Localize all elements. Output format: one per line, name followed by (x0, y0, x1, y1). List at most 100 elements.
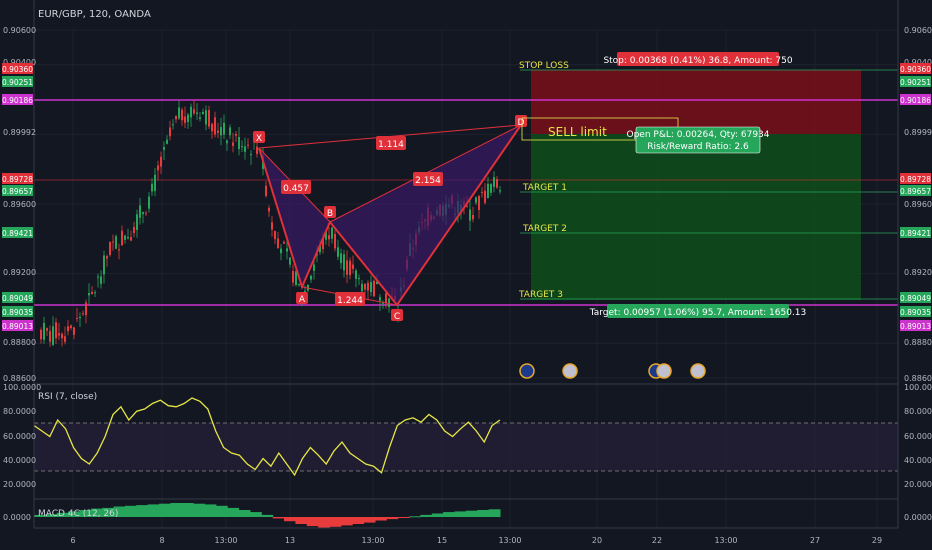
price-badge-label: 0.90251 (2, 78, 33, 87)
candle-body (94, 292, 96, 294)
candle-body (334, 234, 336, 249)
uk-flag-icon[interactable] (690, 363, 706, 379)
candle-body (145, 212, 147, 214)
ratio-ac: 1.244 (335, 292, 365, 306)
candle-body (469, 209, 471, 221)
candle-body (193, 109, 195, 114)
candle-body (127, 236, 129, 239)
candle-body (280, 248, 282, 254)
macd-title: MACD 4C (12, 26) (38, 509, 118, 519)
candle-body (286, 248, 288, 252)
candle-body (343, 254, 345, 271)
candle-body (157, 165, 159, 171)
target-2-label: TARGET 2 (522, 224, 567, 234)
candle-body (493, 177, 495, 188)
macd-bar (295, 517, 308, 524)
macd-bar (261, 514, 274, 517)
candle-body (73, 327, 75, 335)
rsi-tick-label: 20.0000 (904, 480, 932, 489)
price-badge-label: 0.89657 (900, 187, 931, 196)
candle-body (136, 214, 138, 230)
candle-body (205, 110, 207, 125)
macd-bar (159, 503, 171, 517)
ratio-bd: 2.154 (413, 172, 443, 186)
price-tick-label-left: 0.88800 (3, 338, 36, 347)
candle-body (76, 317, 78, 319)
macd-bar (397, 517, 410, 518)
candle-body (361, 283, 363, 292)
chart-canvas: X A B C D 1.114 0.457 2.154 1.244 SELL l… (0, 0, 932, 550)
candle-body (289, 257, 291, 265)
candle-body (244, 146, 246, 152)
stop-info-badge: Stop: 0.00368 (0.41%) 36.8, Amount: 750 (603, 52, 793, 66)
candle-body (277, 238, 279, 249)
rsi-tick-label: 80.0000 (3, 407, 36, 416)
candle-body (217, 130, 219, 133)
candle-body (124, 235, 126, 240)
candle-body (274, 230, 276, 240)
candle-body (103, 255, 105, 275)
uk-flag-icon[interactable] (562, 363, 578, 379)
point-d: D (515, 115, 527, 128)
price-badge-label: 0.89013 (2, 322, 33, 331)
candle-body (64, 336, 66, 342)
macd-bar (386, 517, 399, 520)
candle-body (52, 326, 54, 345)
candle-body (142, 212, 144, 215)
rsi-tick-label: 60.0000 (3, 432, 36, 441)
candle-body (355, 270, 357, 279)
price-tick-label: 0.89600 (904, 200, 932, 209)
point-x: X (253, 131, 265, 144)
price-tick-label-left: 0.88600 (3, 374, 36, 383)
candle-body (109, 241, 111, 256)
price-tick-label: 0.89992 (904, 128, 932, 137)
macd-bar (431, 513, 444, 517)
candle-body (478, 195, 480, 210)
candle-body (88, 293, 90, 296)
candle-body (184, 116, 186, 123)
time-tick-label: 6 (70, 536, 75, 545)
macd-bar (340, 517, 353, 526)
price-badge-label: 0.89728 (900, 175, 931, 184)
stop-info-text: Stop: 0.00368 (0.41%) 36.8, Amount: 750 (603, 56, 792, 66)
rsi-band (34, 423, 898, 471)
ratio-xd: 1.114 (376, 136, 406, 150)
candle-body (490, 184, 492, 193)
candle-body (487, 183, 489, 199)
ratio-xd-label: 1.114 (378, 140, 404, 150)
eu-flag-icon[interactable] (519, 363, 535, 379)
candle-body (187, 114, 189, 123)
target-1-label: TARGET 1 (522, 183, 567, 193)
macd-tick-label: 0.0000 (3, 513, 31, 522)
price-tick-label-left: 0.89200 (3, 268, 36, 277)
candle-body (121, 230, 123, 246)
time-tick-label: 20 (592, 536, 602, 545)
point-c: C (391, 309, 403, 322)
candle-body (364, 283, 366, 290)
candle-body (70, 325, 72, 328)
candle-body (130, 237, 132, 241)
candle-body (67, 326, 69, 332)
uk-flag-icon[interactable] (656, 363, 672, 379)
macd-bar (227, 507, 240, 517)
macd-bar (249, 512, 262, 517)
macd-bar (363, 517, 376, 523)
candle-body (304, 290, 306, 292)
price-tick-label-left: 0.89992 (3, 128, 36, 137)
rsi-tick-label: 80.0000 (904, 407, 932, 416)
candle-body (148, 196, 150, 209)
price-badge-label: 0.89035 (900, 308, 931, 317)
candle-body (91, 291, 93, 295)
target-3-label: TARGET 3 (518, 290, 563, 300)
macd-bar (284, 517, 296, 522)
candle-body (313, 264, 315, 271)
price-badge-label: 0.89728 (2, 175, 33, 184)
candle-body (358, 278, 360, 280)
candle-body (208, 110, 210, 127)
price-tick-label: 0.89200 (904, 268, 932, 277)
candle-body (85, 302, 87, 316)
price-badge-label: 0.89421 (2, 229, 33, 238)
candle-body (190, 106, 192, 118)
candle-body (232, 142, 234, 146)
macd-bar (238, 510, 251, 517)
